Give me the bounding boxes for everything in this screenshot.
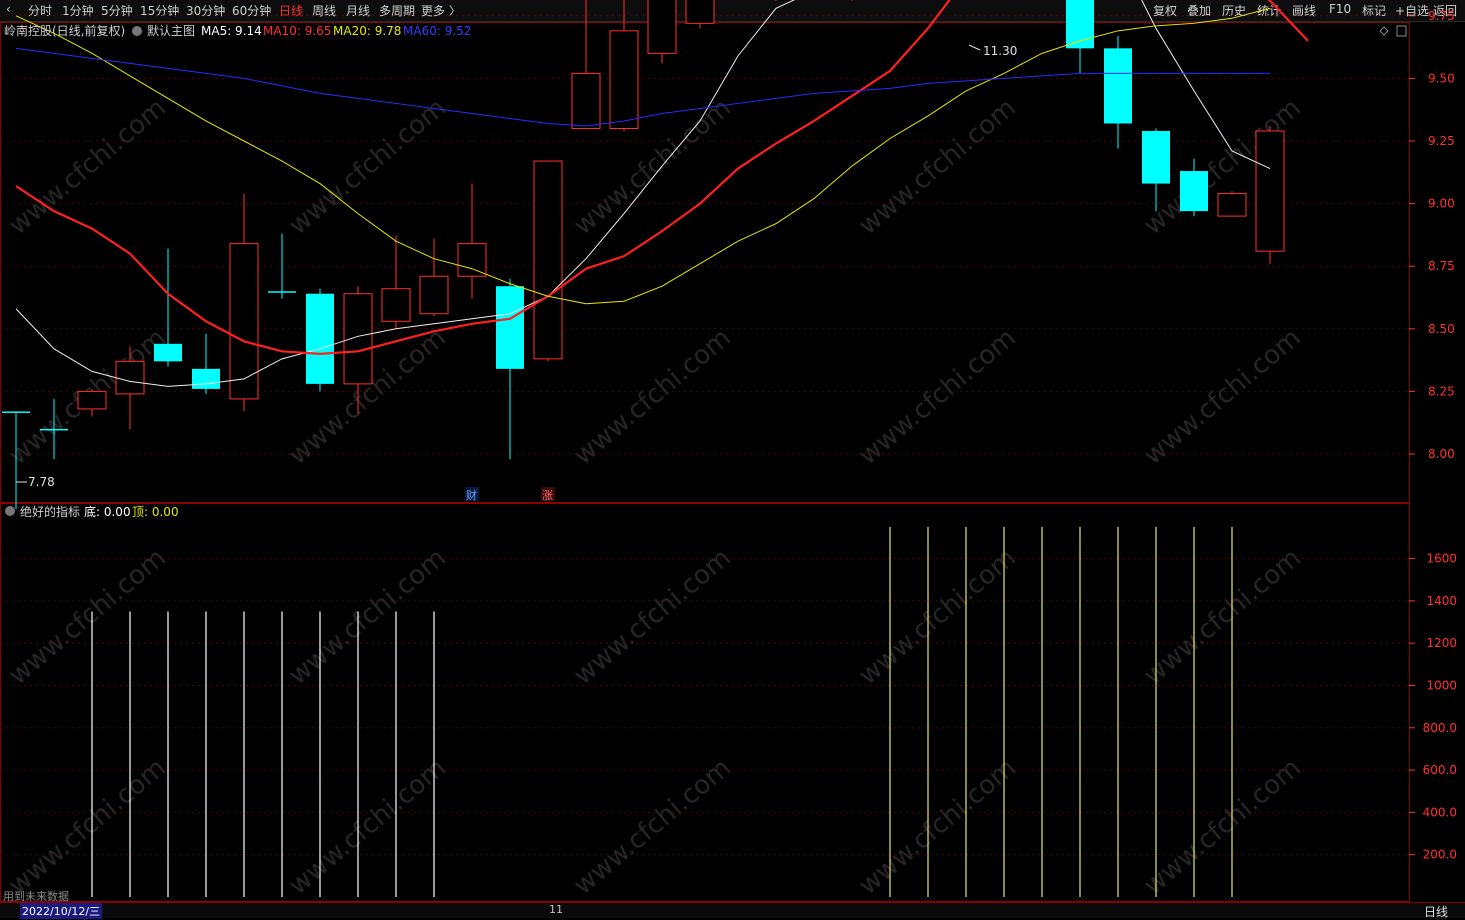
diamond-icon[interactable]: [1379, 26, 1389, 36]
indicator-tick-label: 200.0: [1423, 848, 1457, 862]
sub-chart-frame: [0, 503, 1410, 902]
sub-indicator-title: 绝好的指标: [20, 504, 80, 519]
price-tick-label: 8.25: [1428, 384, 1455, 398]
candle-body-up: [609, 30, 639, 129]
candle-body-down: [192, 368, 220, 389]
price-tick-label: 8.00: [1428, 447, 1455, 461]
candle-body-up: [647, 0, 677, 54]
price-tick-label: 9.50: [1428, 71, 1455, 85]
candle-body-up: [381, 288, 411, 322]
indicator-tick-label: 600.0: [1423, 763, 1457, 777]
candle-body-down: [40, 428, 68, 431]
sub-grid: [0, 558, 1409, 856]
indicator-tick-label: 400.0: [1423, 805, 1457, 819]
candle-body-down: [268, 291, 296, 293]
candle-body-up: [571, 72, 601, 129]
candle-body-up: [685, 0, 715, 24]
window-toggle-icon[interactable]: [1396, 25, 1407, 37]
ma60-line: [15, 47, 1270, 127]
indicator-tick-label: 800.0: [1423, 721, 1457, 735]
candle-body-down: [1180, 171, 1208, 212]
ma20-legend: MA20: 9.78: [333, 24, 401, 38]
indicator-bars: [91, 526, 1233, 897]
candle-body-up: [115, 360, 145, 395]
main-chart-frame: [0, 22, 1410, 503]
price-tick-label: 9.00: [1428, 197, 1455, 211]
low-price-label: 7.78: [28, 475, 55, 489]
candle-body-down: [306, 293, 334, 384]
time-axis-bar: 用到未来数据 2022/10/12/三 11 日线: [0, 890, 1465, 919]
sub-top-value: 顶: 0.00: [132, 505, 179, 519]
indicator-tick-label: 1200: [1426, 636, 1457, 650]
ma20-line: [15, 7, 1271, 305]
ma10-legend: MA10: 9.65: [263, 24, 331, 38]
stock-title: 岭南控股(日线,前复权): [4, 23, 125, 38]
indicator-tick-label: 1400: [1426, 594, 1457, 608]
candle-body-up: [1217, 193, 1247, 217]
price-tick-label: 8.75: [1428, 259, 1455, 273]
indicator-tick-label: 1600: [1426, 552, 1457, 566]
price-axis-ticks: 8.008.258.508.759.009.259.509.7510.0010.…: [1409, 9, 1455, 461]
ma5-legend: MA5: 9.14: [201, 24, 262, 38]
price-tick-label: 9.75: [1428, 9, 1455, 23]
month-marker: 11: [549, 903, 563, 916]
price-tick-label: 9.25: [1428, 134, 1455, 148]
candle-body-down: [154, 343, 182, 362]
future-data-note: 用到未来数据: [3, 890, 69, 903]
candle-body-up: [343, 293, 373, 385]
candle-body-down: [2, 411, 30, 413]
limit-up-badge-text: 涨: [542, 489, 553, 502]
price-tick-label: 8.50: [1428, 322, 1455, 336]
high-price-label: 11.30: [983, 44, 1017, 58]
indicator-axis-ticks: 200.0 400.0 600.0 800.0 1000 1200 1400 1600: [1409, 552, 1457, 862]
candle-body-down: [1142, 130, 1170, 184]
sub-indicator-dropdown-icon[interactable]: [5, 506, 15, 516]
candlesticks: [2, 0, 1285, 510]
candle-body-up: [533, 160, 563, 360]
period-indicator: 日线: [1424, 905, 1449, 919]
ma60-legend: MA60: 9.52: [403, 24, 471, 38]
sub-bottom-value: 底: 0.00: [84, 504, 131, 519]
candle-body-up: [77, 390, 107, 410]
candle-body-up: [419, 275, 449, 315]
candle-body-up: [457, 243, 487, 277]
candle-body-down: [496, 286, 524, 369]
high-arrow: [968, 44, 981, 51]
finance-badge-text: 财: [466, 488, 477, 502]
indicator-name: 默认主图: [147, 23, 195, 38]
candle-body-up: [229, 243, 259, 400]
stock-chart[interactable]: 8.008.258.508.759.009.259.509.7510.0010.…: [0, 0, 1465, 917]
candle-body-down: [1104, 48, 1132, 124]
indicator-dropdown-icon[interactable]: [132, 26, 142, 36]
candle-body-up: [1255, 130, 1285, 252]
indicator-tick-label: 1000: [1426, 679, 1457, 693]
